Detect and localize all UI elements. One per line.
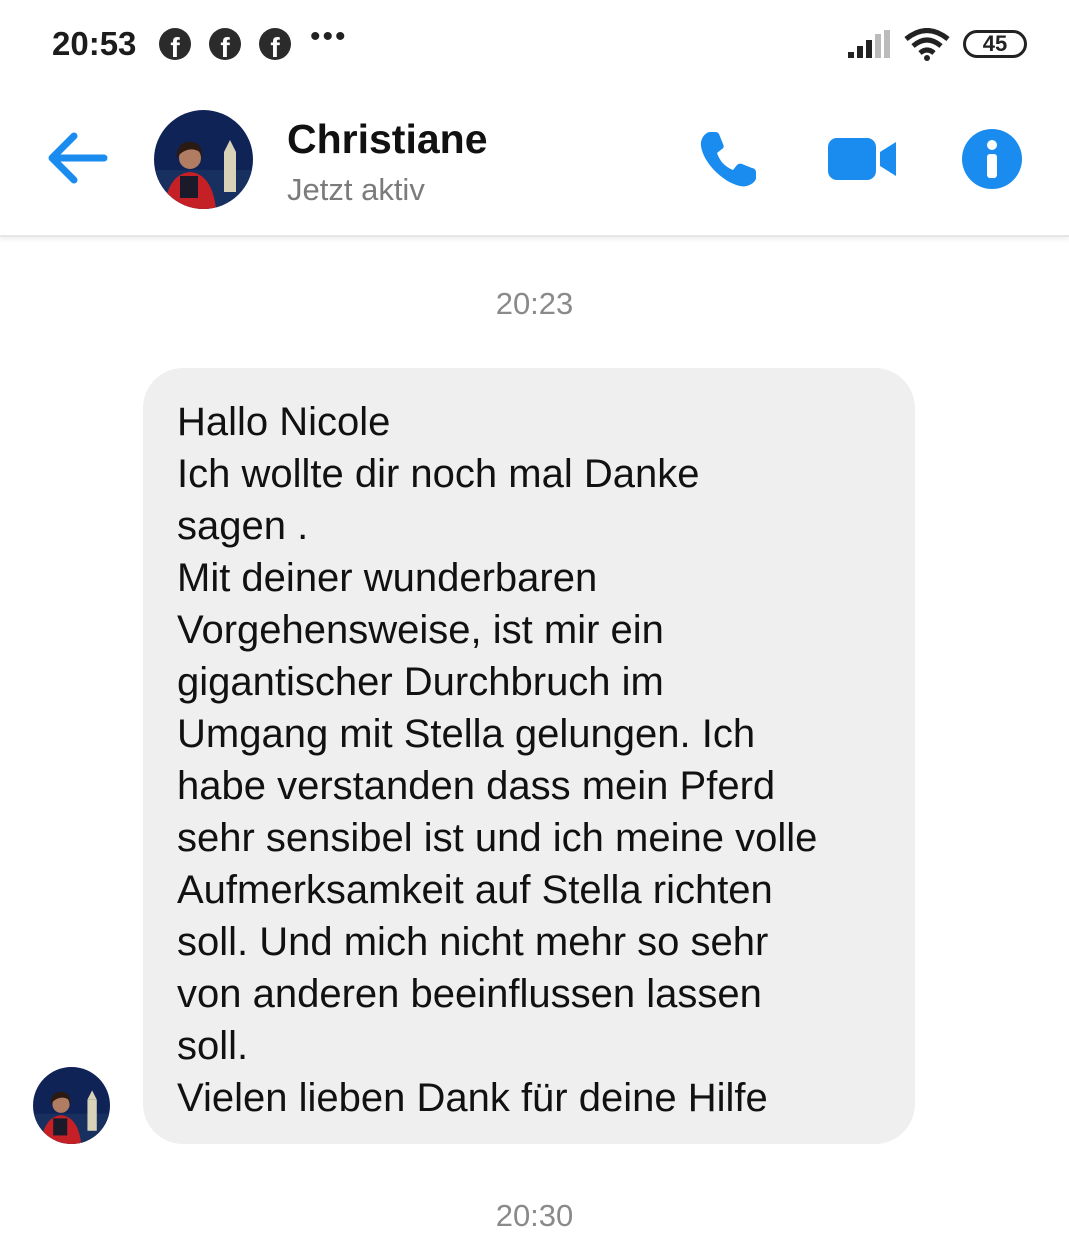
message-text-line: Aufmerksamkeit auf Stella richten [177, 868, 773, 912]
sender-avatar[interactable] [33, 1067, 110, 1144]
facebook-icon: f [259, 28, 291, 63]
message-text-line: sagen . [177, 504, 309, 548]
message-text-line: habe verstanden dass mein Pferd [177, 764, 776, 808]
phone-call-icon[interactable] [696, 128, 760, 192]
contact-name[interactable]: Christiane [287, 116, 488, 163]
message-text-line: Umgang mit Stella gelungen. Ich [177, 712, 756, 756]
message-text-line: soll. Und mich nicht mehr so sehr [177, 920, 769, 964]
message-text-line: Ich wollte dir noch mal Danke [177, 452, 700, 496]
contact-avatar[interactable] [154, 110, 253, 209]
message-text-line: soll. [177, 1024, 249, 1068]
video-call-icon[interactable] [826, 134, 898, 184]
conversation-header: Christiane Jetzt aktiv [0, 90, 1069, 237]
more-notifications-indicator: ••• [310, 20, 348, 53]
message-text-line: Hallo Nicole [177, 400, 391, 444]
facebook-icon: f [159, 28, 191, 63]
message-text-line: von anderen beeinflussen lassen [177, 972, 762, 1016]
message-text-line: Mit deiner wunderbaren [177, 556, 598, 600]
signal-icon [848, 30, 890, 58]
status-time: 20:53 [52, 25, 137, 62]
message-text-line: sehr sensibel ist und ich meine volle [177, 816, 818, 860]
wifi-icon [904, 28, 950, 61]
message-bubble[interactable]: Hallo Nicole Ich wollte dir noch mal Dank… [143, 368, 915, 1144]
info-icon[interactable] [961, 128, 1023, 190]
message-timestamp-next: 20:30 [495, 1198, 574, 1233]
status-bar: 20:53 f f f ••• 45 [0, 0, 1069, 90]
message-timestamp: 20:23 [495, 286, 574, 321]
message-text-line: Vielen lieben Dank für deine Hilfe [177, 1076, 768, 1120]
back-arrow-icon[interactable] [46, 130, 108, 186]
presence-status: Jetzt aktiv [287, 172, 425, 207]
message-text-line: gigantischer Durchbruch im [177, 660, 664, 704]
message-text-line: Vorgehensweise, ist mir ein [177, 608, 664, 652]
facebook-icon: f [209, 28, 241, 63]
battery-indicator: 45 [963, 30, 1027, 58]
